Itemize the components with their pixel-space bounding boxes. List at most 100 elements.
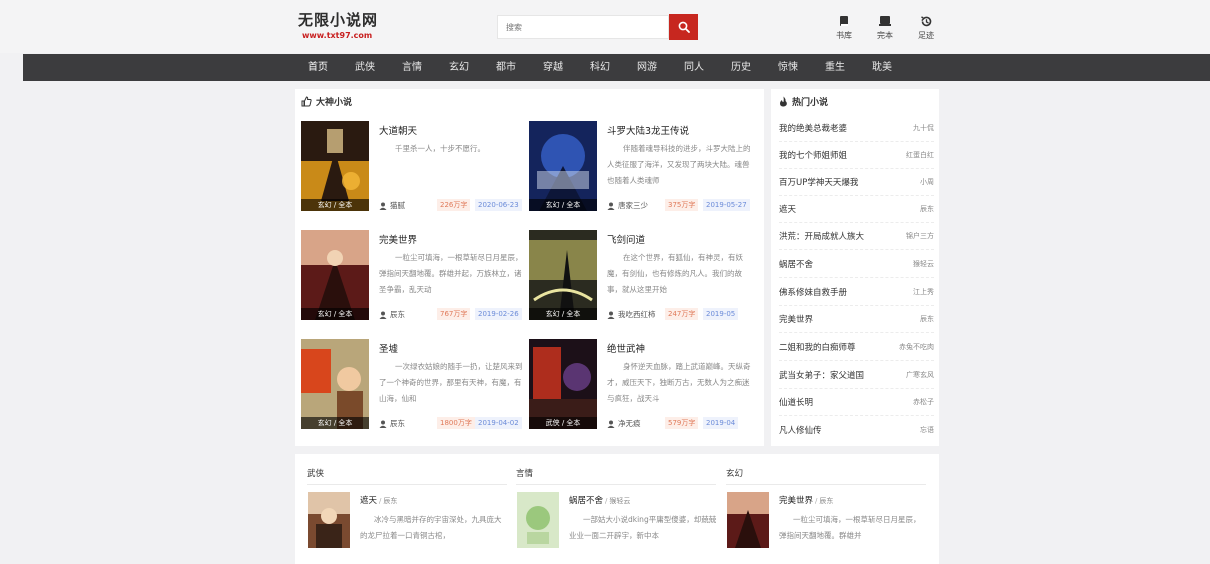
book-cover[interactable] [308,492,350,548]
hot-list-item[interactable]: 武当女弟子：家父道国 广寒玄风 [779,362,934,389]
book-description: 一部姑大小说dking平庸型傻婆，却兢兢业业一面二开辟宇，新中本 [569,515,717,540]
nav-item-home[interactable]: 首页 [298,54,338,81]
tool-history[interactable]: 足迹 [911,15,941,45]
hot-list-item[interactable]: 我的绝美总裁老婆 九十侃 [779,115,934,142]
category-book-title[interactable]: 完美世界 / 辰东 [779,494,833,506]
user-icon [379,420,387,428]
nav-item-online-game[interactable]: 网游 [627,54,667,81]
hot-item-title[interactable]: 遮天 [779,203,796,215]
search-button[interactable] [669,14,698,40]
nav-item-history[interactable]: 历史 [721,54,761,81]
book-cover[interactable]: 玄幻 / 全本 [529,121,597,211]
cover-tag: 玄幻 / 全本 [301,417,369,429]
word-count-badge: 226万字 [437,199,471,211]
site-logo[interactable]: 无限小说网 www.txt97.com [298,10,418,44]
category-book-title[interactable]: 蜗居不舍 / 猴轻云 [569,494,630,506]
book-description: 一粒尘可填海，一根草斩尽日月星辰，弹指间天翻地覆。群雄并起，万族林立，诸圣争霸，… [379,253,523,294]
featured-book[interactable]: 武侠 / 全本 绝世武神 身怀逆天血脉，踏上武道巅峰。天纵奇才，威压天下，独断万… [529,339,751,434]
hot-item-title[interactable]: 完美世界 [779,313,813,325]
book-title[interactable]: 飞剑问道 [607,232,645,246]
nav-item-romance[interactable]: 言情 [392,54,432,81]
thumbs-up-icon [301,96,312,107]
book-cover[interactable] [517,492,559,548]
hot-item-title[interactable]: 佛系修妹自救手册 [779,286,847,298]
word-count-badge: 375万字 [665,199,699,211]
category-book[interactable]: 完美世界 / 辰东 一粒尘可填海，一根草斩尽日月星辰，弹指间天翻地覆。群雄并 [727,492,927,562]
book-cover[interactable]: 武侠 / 全本 [529,339,597,429]
cover-tag: 玄幻 / 全本 [529,308,597,320]
book-cover[interactable]: 玄幻 / 全本 [301,339,369,429]
hot-list-item[interactable]: 完美世界 辰东 [779,306,934,333]
nav-item-wuxia[interactable]: 武侠 [345,54,385,81]
book-cover[interactable] [727,492,769,548]
category-book[interactable]: 遮天 / 辰东 冰冷与黑暗并存的宇宙深处，九具庞大的龙尸拉着一口青铜古棺， [308,492,508,562]
category-book-title[interactable]: 遮天 / 辰东 [360,494,397,506]
category-divider [726,484,926,485]
hot-list-item[interactable]: 洪荒：开局成就人族大 锦户三方 [779,223,934,250]
hot-list-item[interactable]: 我的七个师姐师姐 红蛋白红 [779,142,934,169]
hot-item-author: 猴轻云 [913,260,934,268]
hot-list-item[interactable]: 百万UP学神天天爆我 小周 [779,169,934,196]
book-author[interactable]: 猫腻 [379,200,405,211]
hot-list-item[interactable]: 佛系修妹自救手册 江上秀 [779,279,934,306]
book-description: 伴随着魂导科技的进步，斗罗大陆上的人类征服了海洋，又发现了两块大陆。魂兽也随着人… [607,144,751,185]
book-title[interactable]: 斗罗大陆3龙王传说 [607,123,689,137]
book-author[interactable]: 辰东 [379,309,405,320]
hot-item-author: 辰东 [920,315,934,323]
hot-item-title[interactable]: 武当女弟子：家父道国 [779,369,864,381]
hot-item-title[interactable]: 我的绝美总裁老婆 [779,122,847,134]
featured-book[interactable]: 玄幻 / 全本 飞剑问道 在这个世界，有狐仙，有神灵，有妖魔，有剑仙，也有修炼的… [529,230,749,325]
nav-item-scifi[interactable]: 科幻 [580,54,620,81]
hot-item-title[interactable]: 洪荒：开局成就人族大 [779,230,864,242]
book-title[interactable]: 圣墟 [379,341,398,355]
nav-item-fanfic[interactable]: 同人 [674,54,714,81]
tool-bookshelf[interactable]: 书库 [829,15,859,45]
category-heading[interactable]: 武侠 [307,467,324,479]
hot-item-title[interactable]: 蜗居不舍 [779,258,813,270]
featured-book[interactable]: 玄幻 / 全本 斗罗大陆3龙王传说 伴随着魂导科技的进步，斗罗大陆上的人类征服了… [529,121,751,216]
book-title[interactable]: 完美世界 [379,232,417,246]
book-description: 一次绿衣姑娘的随手一扔，让楚风来到了一个神奇的世界，那里有天神，有魔，有山海，仙… [379,362,523,403]
category-book[interactable]: 蜗居不舍 / 猴轻云 一部姑大小说dking平庸型傻婆，却兢兢业业一面二开辟宇，新中… [517,492,717,562]
book-author[interactable]: 我吃西红柿 [607,309,656,320]
book-author[interactable]: 净无痕 [607,418,641,429]
book-cover[interactable]: 玄幻 / 全本 [301,121,369,211]
search-input[interactable] [497,15,669,39]
featured-book[interactable]: 玄幻 / 全本 大道朝天 千里杀一人，十步不愿行。 猫腻 226万字 2020-… [301,121,522,216]
nav-item-danmei[interactable]: 耽美 [862,54,902,81]
book-title[interactable]: 绝世武神 [607,341,645,355]
hot-item-author: 小周 [920,178,934,186]
book-cover[interactable]: 玄幻 / 全本 [301,230,369,320]
hot-item-title[interactable]: 凡人修仙传 [779,424,822,436]
nav-item-urban[interactable]: 都市 [486,54,526,81]
book-description: 千里杀一人，十步不愿行。 [395,144,485,153]
category-heading[interactable]: 言情 [516,467,533,479]
book-author[interactable]: 辰东 [379,418,405,429]
featured-book[interactable]: 玄幻 / 全本 完美世界 一粒尘可填海，一根草斩尽日月星辰，弹指间天翻地覆。群雄… [301,230,523,325]
hot-item-title[interactable]: 我的七个师姐师姐 [779,149,847,161]
hot-list-item[interactable]: 凡人修仙传 忘语 [779,417,934,444]
hot-item-title[interactable]: 二姐和我的白痴师尊 [779,341,856,353]
nav-item-fantasy[interactable]: 玄幻 [439,54,479,81]
hot-list-item[interactable]: 仙道长明 赤松子 [779,389,934,416]
word-count-badge: 579万字 [665,417,699,429]
user-icon [607,420,615,428]
featured-book[interactable]: 玄幻 / 全本 圣墟 一次绿衣姑娘的随手一扔，让楚风来到了一个神奇的世界，那里有… [301,339,523,434]
nav-item-time-travel[interactable]: 穿越 [533,54,573,81]
hot-item-author: 江上秀 [913,288,934,296]
cover-tag: 玄幻 / 全本 [301,199,369,211]
book-author[interactable]: 唐家三少 [607,200,648,211]
hot-list-item[interactable]: 二姐和我的白痴师尊 赤兔不吃肉 [779,334,934,361]
book-title[interactable]: 大道朝天 [379,123,417,137]
hot-list-item[interactable]: 蜗居不舍 猴轻云 [779,251,934,278]
category-heading[interactable]: 玄幻 [726,467,743,479]
hot-item-title[interactable]: 百万UP学神天天爆我 [779,176,858,188]
nav-item-thriller[interactable]: 惊悚 [768,54,808,81]
tool-completed[interactable]: 完本 [870,15,900,45]
book-cover[interactable]: 玄幻 / 全本 [529,230,597,320]
hot-item-title[interactable]: 仙道长明 [779,396,813,408]
nav-item-rebirth[interactable]: 重生 [815,54,855,81]
hot-item-author: 九十侃 [913,124,934,132]
update-date-badge: 2019-04 [703,417,739,429]
hot-list-item[interactable]: 遮天 辰东 [779,196,934,223]
